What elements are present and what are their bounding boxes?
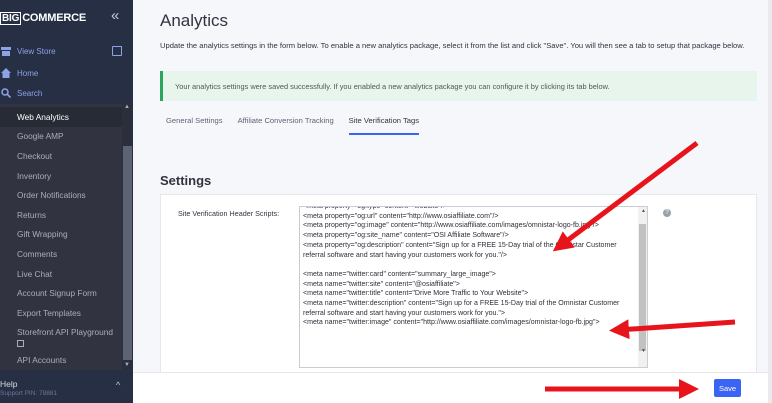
settings-nav-list: Web Analytics Google AMP Checkout Invent… <box>0 107 122 370</box>
scroll-up-arrow-icon[interactable]: ▲ <box>641 208 646 214</box>
sidebar-item-account-signup-form[interactable]: Account Signup Form <box>0 283 122 303</box>
sidebar-item-comments[interactable]: Comments <box>0 244 122 264</box>
help-bar[interactable] <box>0 370 133 403</box>
analytics-tabs: General Settings Affiliate Conversion Tr… <box>166 116 434 135</box>
tab-affiliate-conversion-tracking[interactable]: Affiliate Conversion Tracking <box>238 116 334 135</box>
collapse-sidebar-button[interactable]: « <box>111 7 119 25</box>
tab-general-settings[interactable]: General Settings <box>166 116 223 135</box>
help-label: Help <box>0 379 18 389</box>
sidebar-item-google-amp[interactable]: Google AMP <box>0 127 122 147</box>
store-icon <box>0 45 12 57</box>
external-link-icon <box>17 339 24 347</box>
page-description: Update the analytics settings in the for… <box>160 41 745 50</box>
page-title: Analytics <box>160 11 229 30</box>
sidebar-item-web-analytics[interactable]: Web Analytics <box>0 107 122 127</box>
home-icon <box>0 67 12 79</box>
home-link[interactable]: Home <box>0 64 38 82</box>
textarea-scroll-thumb[interactable] <box>639 224 646 351</box>
tab-site-verification-tags[interactable]: Site Verification Tags <box>348 116 420 135</box>
header-scripts-label: Site Verification Header Scripts: <box>178 209 280 218</box>
sidebar-item-live-chat[interactable]: Live Chat <box>0 264 122 284</box>
header-scripts-textarea[interactable]: <meta property="og:type" content="websit… <box>299 206 648 368</box>
settings-heading: Settings <box>160 173 212 188</box>
header-scripts-value[interactable]: <meta property="og:type" content="websit… <box>303 207 639 328</box>
cancel-link[interactable]: l <box>680 383 682 392</box>
sidebar-item-gift-wrapping[interactable]: Gift Wrapping <box>0 225 122 245</box>
sidebar-scroll-thumb[interactable] <box>123 146 132 360</box>
success-alert-text: Your analytics settings were saved succe… <box>175 82 610 91</box>
chevron-up-icon[interactable]: ^ <box>116 380 120 390</box>
external-link-icon[interactable] <box>112 46 122 56</box>
sidebar-item-returns[interactable]: Returns <box>0 205 122 225</box>
view-store-link[interactable]: View Store <box>0 42 56 60</box>
help-icon[interactable]: ? <box>663 209 671 217</box>
search-link[interactable]: Search <box>0 84 42 102</box>
scroll-down-arrow-icon[interactable]: ▼ <box>641 348 646 354</box>
support-pin: Support PIN: 78881 <box>0 390 58 397</box>
sidebar-item-inventory[interactable]: Inventory <box>0 166 122 186</box>
page-scrollbar[interactable] <box>768 0 772 403</box>
sidebar-item-export-templates[interactable]: Export Templates <box>0 303 122 323</box>
bigcommerce-logo[interactable]: BIG COMMERCE <box>0 9 86 27</box>
sidebar-item-checkout[interactable]: Checkout <box>0 146 122 166</box>
scroll-down-arrow-icon[interactable]: ▼ <box>124 362 130 368</box>
sidebar-item-api-accounts[interactable]: API Accounts <box>0 351 122 371</box>
action-footer <box>133 372 772 403</box>
sidebar-item-storefront-api-playground[interactable]: Storefront API Playground <box>0 323 122 351</box>
scroll-up-arrow-icon[interactable]: ▲ <box>124 104 130 110</box>
sidebar-item-order-notifications[interactable]: Order Notifications <box>0 185 122 205</box>
save-button[interactable]: Save <box>714 379 741 397</box>
search-icon <box>0 87 12 99</box>
